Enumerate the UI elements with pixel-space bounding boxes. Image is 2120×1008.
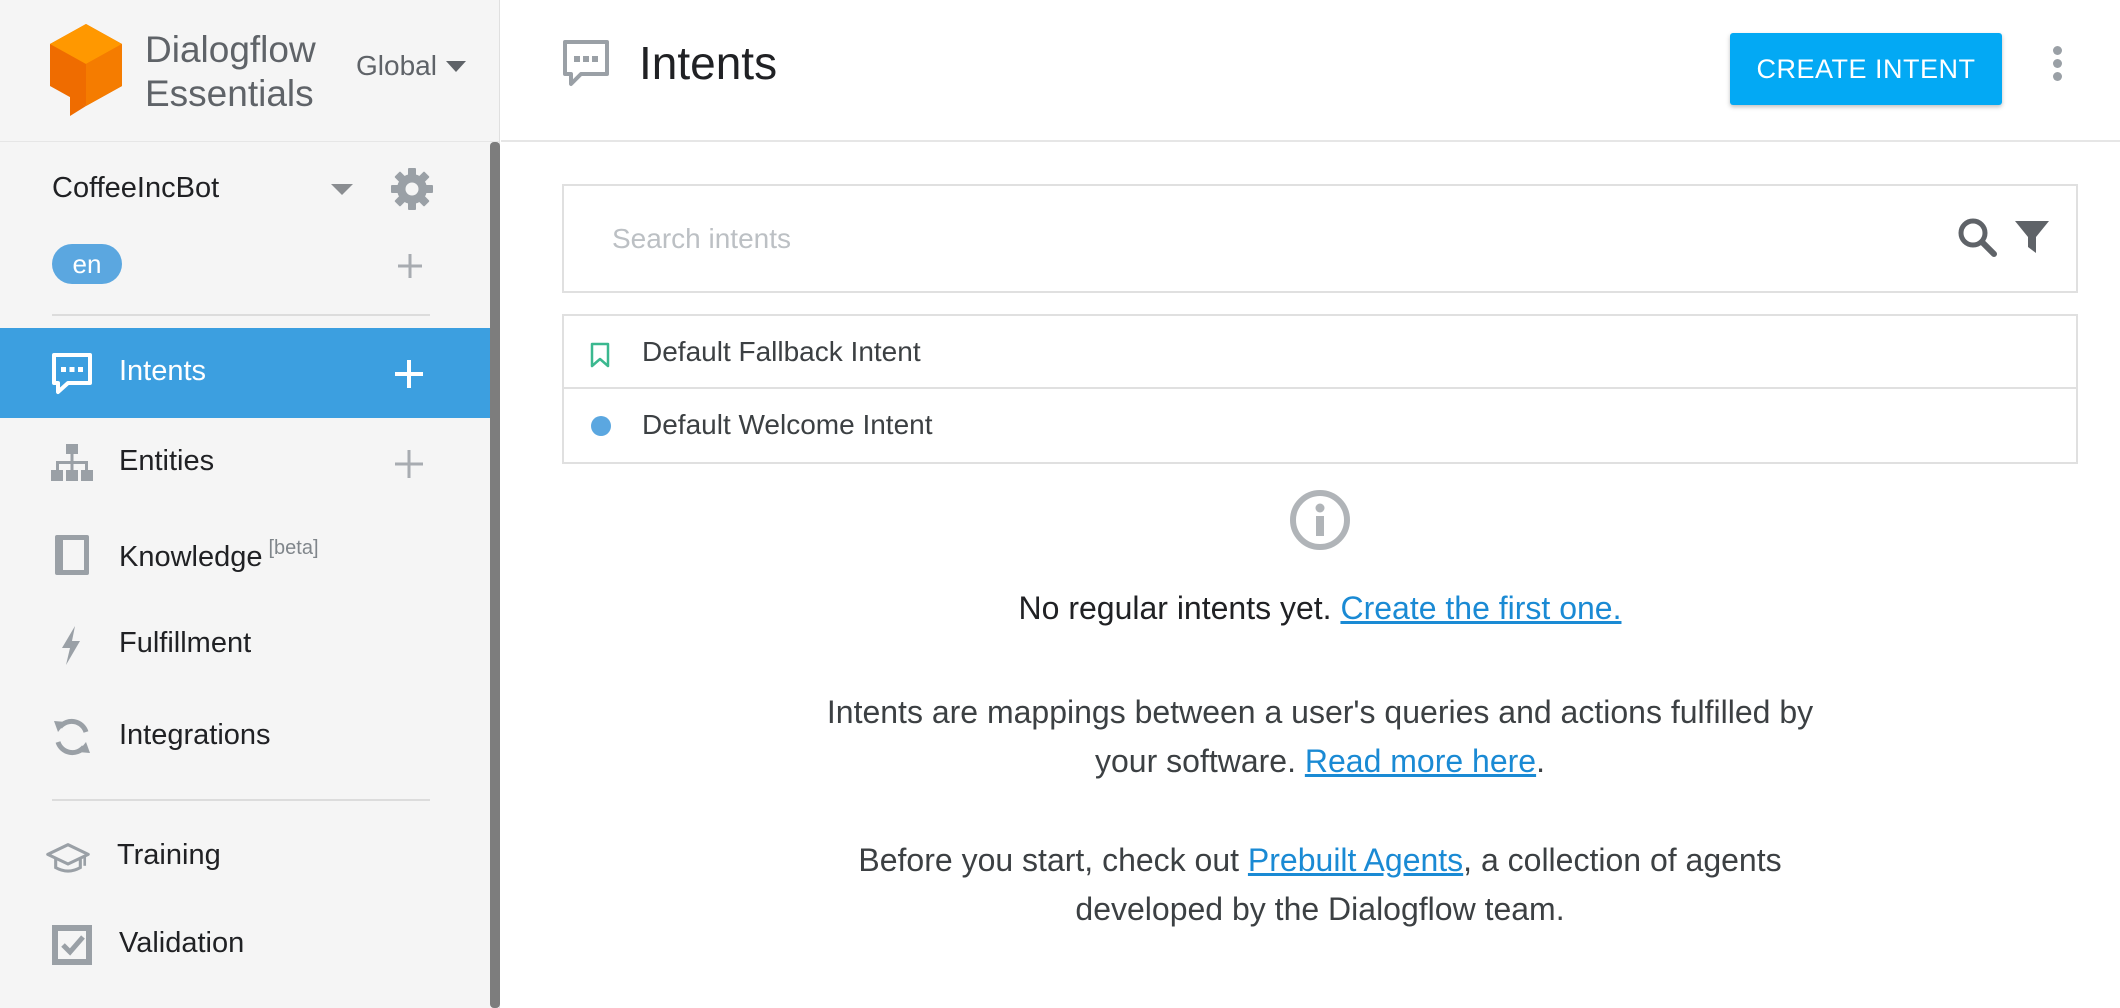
brand-name-line1: Dialogflow xyxy=(145,29,316,70)
caret-down-icon xyxy=(445,60,466,72)
create-intent-button[interactable]: CREATE INTENT xyxy=(1730,33,2002,105)
prebuilt-line1: Before you start, check out Prebuilt Age… xyxy=(562,836,2078,885)
chat-icon xyxy=(563,40,609,86)
page-title: Intents xyxy=(639,37,778,89)
intents-description: Intents are mappings between a user's qu… xyxy=(562,688,2078,786)
description-punct: . xyxy=(1536,743,1545,779)
sidebar-item-label: Integrations xyxy=(119,719,271,751)
sidebar-item-training[interactable]: Training xyxy=(0,812,490,902)
sidebar-item-label: Knowledge [beta] xyxy=(119,537,319,574)
lightning-icon xyxy=(62,626,80,665)
prebuilt-agents-note: Before you start, check out Prebuilt Age… xyxy=(562,836,2078,934)
sidebar-item-label: Entities xyxy=(119,445,215,477)
brand-name-line2: Essentials xyxy=(145,73,314,114)
intent-list: Default Fallback Intent Default Welcome … xyxy=(562,314,2078,464)
language-chip[interactable]: en xyxy=(52,244,122,284)
sidebar-item-fulfillment[interactable]: Fulfillment xyxy=(0,600,490,690)
prebuilt-text: Before you start, check out xyxy=(858,842,1240,878)
chat-icon xyxy=(52,353,92,394)
read-more-link[interactable]: Read more here xyxy=(1305,743,1536,779)
description-text: your software. xyxy=(1095,743,1296,779)
filter-icon[interactable] xyxy=(2013,218,2051,256)
list-item[interactable]: Default Fallback Intent xyxy=(564,316,2076,389)
sidebar-item-knowledge[interactable]: Knowledge [beta] xyxy=(0,510,490,600)
refresh-icon xyxy=(54,718,90,756)
region-label: Global xyxy=(356,50,437,81)
dot-icon xyxy=(591,416,611,436)
sidebar: Dialogflow Essentials Global CoffeeIncBo… xyxy=(0,0,500,1008)
brand-header: Dialogflow Essentials Global xyxy=(0,0,499,142)
sidebar-divider xyxy=(52,314,430,316)
page-header: Intents CREATE INTENT xyxy=(501,0,2120,142)
sidebar-divider xyxy=(52,799,430,801)
bookmark-icon xyxy=(590,342,610,368)
sidebar-scrollbar[interactable] xyxy=(490,142,500,1008)
knowledge-label: Knowledge xyxy=(119,541,263,573)
prebuilt-line2: developed by the Dialogflow team. xyxy=(1075,891,1565,927)
book-icon xyxy=(55,535,89,575)
prebuilt-text-post: , a collection of agents xyxy=(1463,842,1782,878)
description-line2: your software. Read more here. xyxy=(562,737,2078,786)
prebuilt-agents-link[interactable]: Prebuilt Agents xyxy=(1248,842,1463,878)
dialogflow-logo-icon xyxy=(50,24,122,116)
beta-badge: [beta] xyxy=(268,537,319,559)
empty-state-message: No regular intents yet. Create the first… xyxy=(562,590,2078,627)
intent-name: Default Welcome Intent xyxy=(642,409,933,440)
intent-name: Default Fallback Intent xyxy=(642,336,921,367)
search-input[interactable] xyxy=(612,210,1912,268)
search-icon[interactable] xyxy=(1956,216,1998,258)
create-first-intent-link[interactable]: Create the first one. xyxy=(1340,590,1621,626)
sidebar-item-label: Validation xyxy=(119,927,245,959)
checkbox-icon xyxy=(52,925,92,965)
list-item[interactable]: Default Welcome Intent xyxy=(564,389,2076,462)
add-entity-icon[interactable] xyxy=(394,449,424,479)
add-language-icon[interactable] xyxy=(396,252,424,280)
sidebar-item-label: Fulfillment xyxy=(119,627,252,659)
agent-dropdown-icon[interactable] xyxy=(331,184,353,195)
region-selector[interactable]: Global xyxy=(356,50,466,82)
more-options-icon[interactable] xyxy=(2051,46,2063,82)
sidebar-item-label: Intents xyxy=(119,355,207,387)
sidebar-item-label: Training xyxy=(117,839,221,871)
gear-icon[interactable] xyxy=(389,166,435,212)
search-bar xyxy=(562,184,2078,293)
brand-name: Dialogflow Essentials xyxy=(145,28,316,116)
info-icon xyxy=(1290,490,1350,550)
hierarchy-icon xyxy=(51,444,93,481)
graduation-cap-icon xyxy=(46,843,90,873)
description-line1: Intents are mappings between a user's qu… xyxy=(826,694,1814,730)
add-intent-icon[interactable] xyxy=(394,359,424,389)
sidebar-item-integrations[interactable]: Integrations xyxy=(0,692,490,782)
empty-message-text: No regular intents yet. xyxy=(1018,590,1332,626)
sidebar-item-intents[interactable]: Intents xyxy=(0,328,490,418)
sidebar-item-entities[interactable]: Entities xyxy=(0,418,490,508)
sidebar-item-validation[interactable]: Validation xyxy=(0,900,490,990)
agent-name: CoffeeIncBot xyxy=(52,172,220,204)
